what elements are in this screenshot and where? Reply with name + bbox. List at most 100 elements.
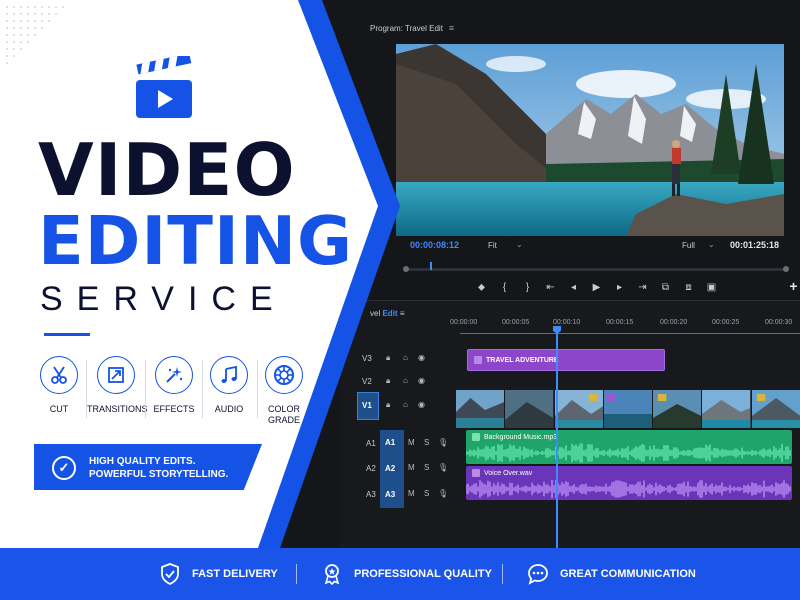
ruler-tick-label: 00:00:30 [765,319,793,326]
transitions-icon [97,356,135,394]
check-circle-icon: ✓ [52,456,76,480]
footer-bar: FAST DELIVERY PROFESSIONAL QUALITY GREAT… [0,548,800,600]
quality-banner: ✓ HIGH QUALITY EDITS. POWERFUL STORYTELL… [34,444,262,490]
ruler-tick-label: 00:00:15 [606,319,634,326]
pattern-dot [34,27,36,29]
video-thumbnail[interactable] [751,390,800,428]
program-preview-frame [396,44,784,236]
feature-audio: AUDIO [200,356,258,415]
panel-menu-icon[interactable]: ≡ [449,23,454,33]
step-forward-icon[interactable]: ▸ [608,282,631,293]
footer-great-communication: GREAT COMMUNICATION [526,548,696,600]
feature-label: CUT [49,404,69,414]
headline-editing: EDITING [38,202,354,280]
pattern-dot [13,41,15,43]
feature-label: TRANSITIONS [87,404,148,414]
fx-badge-icon [474,356,482,364]
pattern-dot [34,34,36,36]
banner-line-2: POWERFUL STORYTELLING. [89,469,229,480]
microphone-icon[interactable]: 🎙︎ [438,463,448,472]
video-clip-strip[interactable] [456,390,800,428]
solo-button[interactable]: S [424,438,429,447]
video-thumbnail[interactable] [505,390,554,428]
footer-label: PROFESSIONAL QUALITY [354,568,492,580]
sequence-duration: 00:01:25:18 [730,240,780,250]
ruler-tick-label: 00:00:20 [660,319,688,326]
mark-out-icon[interactable]: } [516,282,539,293]
video-thumbnail[interactable] [456,390,505,428]
feature-label: COLOR GRADE [267,404,300,426]
overwrite-icon[interactable]: ⧈ [677,282,700,293]
headline-underline [44,333,90,336]
microphone-icon[interactable]: 🎙︎ [438,438,448,447]
feature-cut: CUT [30,356,88,415]
music-note-icon [210,356,248,394]
ruler-tick-label: 00:00:25 [712,319,740,326]
zoom-fit-select[interactable]: Fit [488,241,497,250]
pattern-dot [13,13,15,15]
video-thumbnail[interactable] [653,390,702,428]
chevron-down-icon[interactable]: ⌄ [708,240,715,249]
voice-over-clip[interactable]: Voice Over.wav [466,466,792,500]
work-area-bar[interactable] [460,333,800,334]
microphone-icon[interactable]: 🎙︎ [438,489,448,498]
export-frame-icon[interactable]: ▣ [700,282,723,293]
fx-badge-icon [472,469,480,477]
pattern-dot [6,62,8,64]
pattern-dot [13,27,15,29]
feature-label: AUDIO [214,404,244,414]
pattern-dot [20,13,22,15]
timeline-playhead[interactable] [556,328,558,548]
video-thumbnail[interactable] [603,390,653,428]
out-handle[interactable] [783,266,789,272]
pattern-dot [13,55,15,57]
add-marker-icon[interactable]: ⬥ [470,282,493,293]
waveform-path [466,479,791,499]
go-to-in-icon[interactable]: ⇤ [539,282,562,293]
fx-badge-icon [472,433,480,441]
music-waveform [466,443,791,463]
chevron-down-icon[interactable]: ⌄ [516,240,523,249]
pattern-dot [27,20,29,22]
mark-in-icon[interactable]: { [493,282,516,293]
pattern-dot [13,48,15,50]
pattern-dot [6,48,8,50]
scissors-icon [40,356,78,394]
pattern-dot [55,13,57,15]
ruler-tick-label: 00:00:05 [502,319,530,326]
step-back-icon[interactable]: ◂ [562,282,585,293]
solo-button[interactable]: S [424,463,429,472]
feature-label: EFFECTS [153,404,195,414]
service-panel: VIDEO EDITING SERVICE CUT TRANSITIONS EF… [0,0,420,548]
playback-quality-select[interactable]: Full [682,241,695,250]
go-to-out-icon[interactable]: ⇥ [631,282,654,293]
video-thumbnail[interactable] [554,390,603,428]
scrub-playhead[interactable] [430,262,432,270]
insert-icon[interactable]: ⧉ [654,282,677,293]
pattern-dot [6,13,8,15]
title-clip[interactable]: TRAVEL ADVENTURE [467,349,665,371]
add-button-icon[interactable]: + [782,278,800,294]
pattern-dot [48,6,50,8]
clip-label: Voice Over.wav [484,469,533,477]
mountain-lake-scene [396,44,784,236]
program-timecode-bar: 00:00:08:12 Fit ⌄ Full ⌄ 00:01:25:18 [396,238,788,254]
pattern-dot [27,6,29,8]
pattern-dot [13,20,15,22]
pattern-dot [27,34,29,36]
program-scrub-bar[interactable] [403,262,789,272]
waveform-path [466,443,791,463]
banner-line-1: HIGH QUALITY EDITS. [89,456,196,467]
color-wheel-icon [265,356,303,394]
pattern-dot [62,6,64,8]
headline-video: VIDEO [38,128,296,212]
play-icon[interactable]: ▶ [585,282,608,293]
background-music-clip[interactable]: Background Music.mp3 [466,430,792,464]
solo-button[interactable]: S [424,489,429,498]
pattern-dot [34,13,36,15]
pattern-dot [6,41,8,43]
voice-waveform [466,479,791,499]
pattern-dot [20,34,22,36]
video-thumbnail[interactable] [702,390,751,428]
clapperboard-play-icon [136,56,192,118]
